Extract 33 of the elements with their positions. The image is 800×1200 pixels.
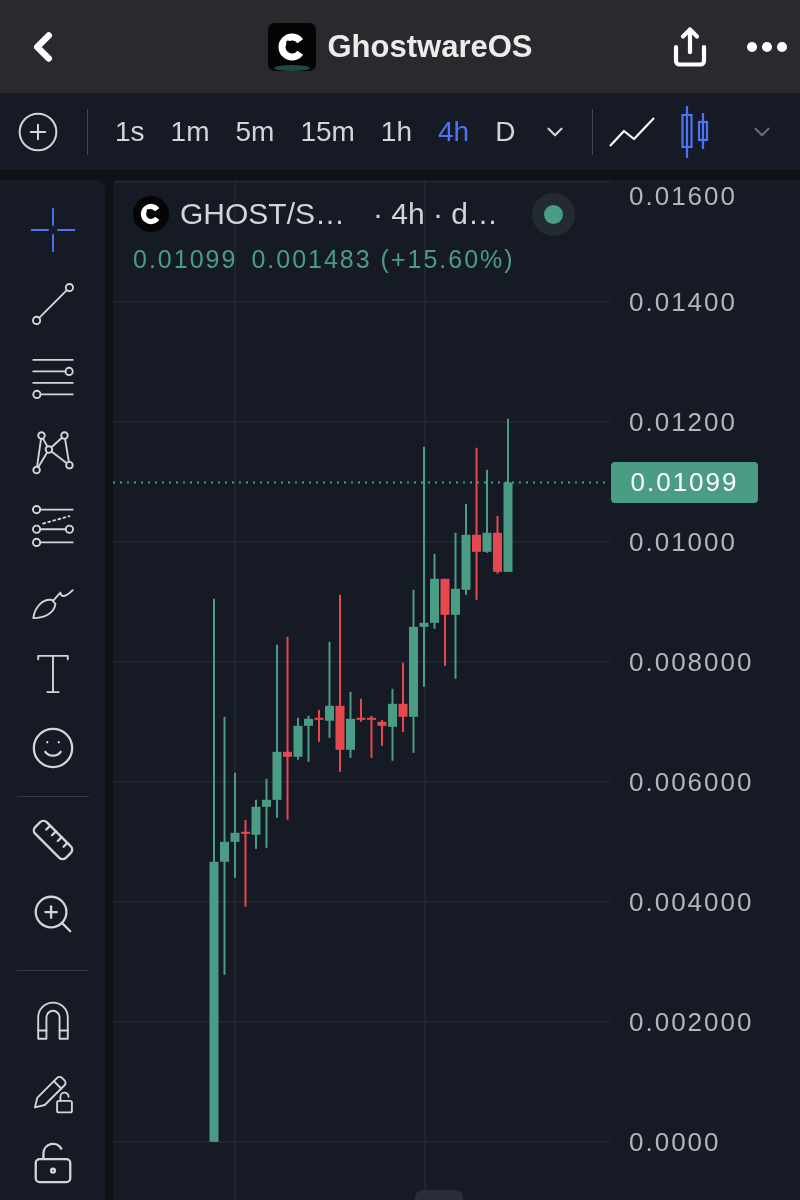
fibonacci-icon: [29, 503, 76, 549]
price-label: 0.008000: [629, 648, 754, 675]
interval-tab[interactable]: 1s: [102, 106, 158, 157]
price-label: 0.01600: [629, 183, 737, 209]
more-icon: [747, 41, 787, 52]
last-price-value: 0.01099: [133, 247, 238, 272]
interval-tab[interactable]: D: [482, 106, 529, 157]
price-label: 0.004000: [629, 888, 754, 915]
interval-tab[interactable]: 5m: [222, 106, 288, 157]
interval-tab[interactable]: 1h: [367, 106, 425, 157]
price-label: 0.002000: [629, 1008, 754, 1035]
interval-tab[interactable]: 4h: [425, 106, 483, 157]
price-label: 0.01400: [629, 288, 737, 315]
price-label: 0.01200: [629, 408, 737, 435]
price-label: 0.01000: [629, 528, 737, 555]
pattern-icon: [29, 429, 76, 475]
app-title: GhostwareOS: [327, 31, 533, 62]
price-change-value: 0.001483 (+15.60%): [251, 247, 515, 272]
interval-tab[interactable]: 1m: [157, 106, 223, 157]
candlestick-icon: [681, 105, 710, 158]
app-logo: [267, 22, 316, 71]
price-label: 0.0000: [629, 1128, 721, 1155]
status-dot-icon: [532, 192, 576, 236]
interval-tab[interactable]: 15m: [287, 106, 368, 157]
trend-line-icon: [29, 281, 76, 327]
symbol-logo: [133, 196, 169, 232]
symbol-details: · 4h · d…: [373, 199, 499, 229]
last-price-label: 0.01099: [630, 469, 739, 496]
symbol-name[interactable]: GHOST/S…: [180, 199, 345, 229]
candle: [304, 715, 313, 762]
line-chart-icon: [609, 116, 656, 147]
crosshair-icon: [29, 207, 76, 253]
price-label: 0.006000: [629, 768, 754, 795]
